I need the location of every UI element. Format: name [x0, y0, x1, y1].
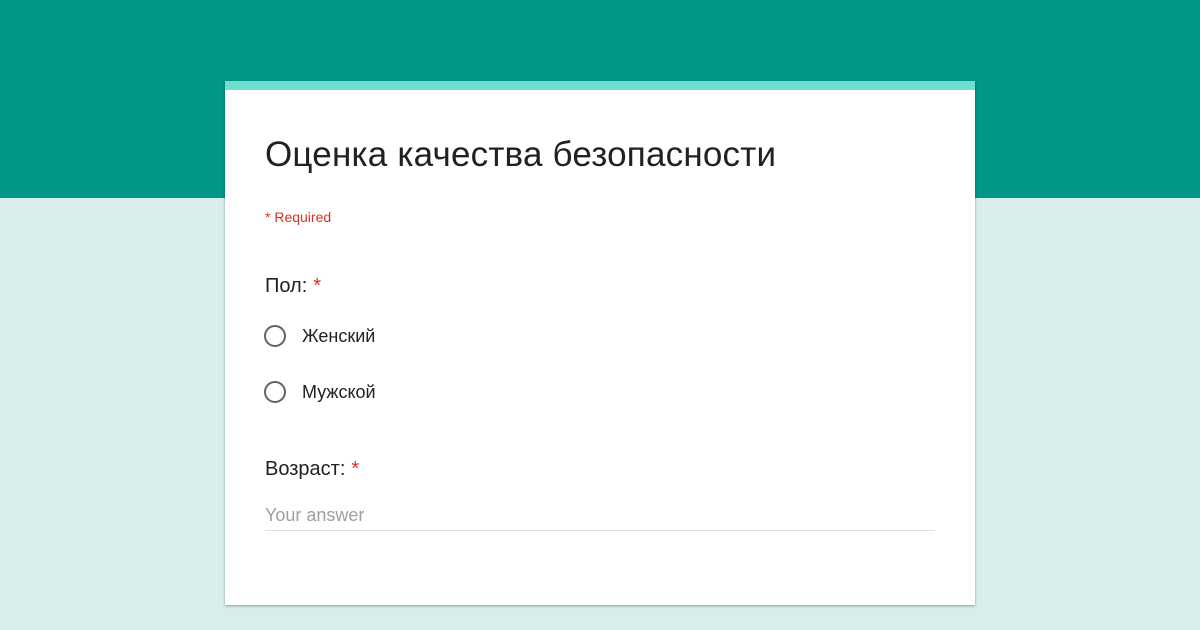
question-age-label: Возраст: * — [265, 458, 359, 481]
form-card: Оценка качества безопасности * Required … — [225, 81, 975, 605]
radio-option-female[interactable]: Женский — [264, 323, 375, 349]
radio-button-icon[interactable] — [264, 325, 286, 347]
card-accent-bar — [225, 81, 975, 90]
radio-option-male-label: Мужской — [302, 381, 376, 402]
question-age-text: Возраст: — [265, 458, 346, 480]
radio-option-female-label: Женский — [302, 325, 376, 346]
form-title: Оценка качества безопасности — [265, 135, 777, 174]
required-asterisk: * — [313, 275, 322, 297]
question-gender-label: Пол: * — [265, 275, 321, 298]
required-note: * Required — [265, 209, 332, 225]
age-answer-input[interactable] — [265, 501, 935, 531]
question-gender-text: Пол: — [265, 275, 308, 297]
required-asterisk: * — [351, 458, 360, 480]
radio-option-male[interactable]: Мужской — [264, 379, 376, 405]
radio-button-icon[interactable] — [264, 381, 286, 403]
